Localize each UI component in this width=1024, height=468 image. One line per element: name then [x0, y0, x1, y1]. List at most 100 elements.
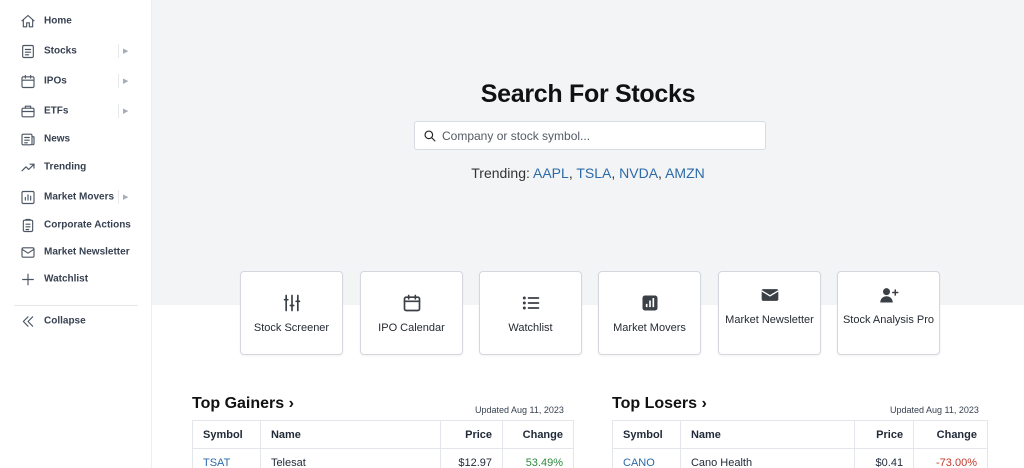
price-cell: $12.97 [440, 448, 504, 468]
top-gainers-table: Symbol Name Price Change TSAT Telesat $1… [192, 420, 574, 468]
tool-card-market-movers[interactable]: Market Movers [598, 271, 701, 355]
expand-caret-icon[interactable]: ▶ [123, 77, 128, 85]
sidebar-item-ipos[interactable]: IPOs ▶ [0, 67, 151, 95]
sidebar-item-market-newsletter[interactable]: Market Newsletter [0, 238, 151, 266]
search-box[interactable] [414, 121, 766, 150]
tool-card-stock-analysis-pro[interactable]: Stock Analysis Pro [837, 271, 940, 355]
tool-card-label: Stock Analysis Pro [842, 314, 935, 326]
divider [118, 190, 119, 204]
table-header-row: Symbol Name Price Change [612, 420, 988, 449]
sidebar-item-label: Market Movers [44, 191, 115, 203]
change-cell: 53.49% [502, 448, 574, 468]
trending-ticker-link[interactable]: TSLA [576, 165, 611, 181]
trending-icon [19, 159, 36, 176]
ticker-separator: , [568, 165, 573, 181]
top-gainers-title[interactable]: Top Gainers › [192, 395, 294, 413]
sidebar-item-label: Home [44, 15, 72, 27]
trending-ticker-link[interactable]: AMZN [665, 165, 705, 181]
trending-ticker-link[interactable]: NVDA [619, 165, 658, 181]
tool-card-label: IPO Calendar [378, 322, 445, 334]
expand-caret-icon[interactable]: ▶ [123, 193, 128, 201]
sidebar-item-label: ETFs [44, 105, 69, 117]
top-losers-title[interactable]: Top Losers › [612, 395, 707, 413]
bar-chart-icon [19, 189, 36, 206]
sidebar-item-watchlist[interactable]: Watchlist [0, 265, 151, 293]
symbol-cell: CANO [612, 448, 681, 468]
news-icon [19, 131, 36, 148]
price-cell: $0.41 [854, 448, 915, 468]
sidebar-item-corporate-actions[interactable]: Corporate Actions [0, 211, 151, 239]
sidebar-item-trending[interactable]: Trending [0, 153, 151, 181]
column-header-name[interactable]: Name [679, 420, 856, 449]
tool-card-watchlist[interactable]: Watchlist [479, 271, 582, 355]
tool-card-market-newsletter[interactable]: Market Newsletter [718, 271, 821, 355]
top-losers-updated: Updated Aug 11, 2023 [890, 405, 979, 415]
column-header-price[interactable]: Price [440, 420, 504, 449]
change-cell: -73.00% [913, 448, 988, 468]
sliders-icon [241, 293, 342, 313]
sidebar: Home Stocks ▶ IPOs ▶ ETFs ▶ News Trendin… [0, 0, 152, 468]
tool-card-label: Market Movers [613, 322, 686, 334]
sidebar-item-etfs[interactable]: ETFs ▶ [0, 97, 151, 125]
search-input[interactable] [442, 122, 760, 149]
divider [118, 104, 119, 118]
etf-icon [19, 103, 36, 120]
list-icon [480, 293, 581, 313]
page-title: Search For Stocks [480, 80, 696, 108]
calendar-icon [19, 73, 36, 90]
tool-card-stock-screener[interactable]: Stock Screener [240, 271, 343, 355]
clipboard-icon [19, 217, 36, 234]
table-header-row: Symbol Name Price Change [192, 420, 574, 449]
column-header-symbol[interactable]: Symbol [612, 420, 681, 449]
top-losers-table: Symbol Name Price Change CANO Cano Healt… [612, 420, 988, 468]
double-chevron-left-icon [19, 313, 36, 330]
home-icon [19, 13, 36, 30]
divider [118, 74, 119, 88]
expand-caret-icon[interactable]: ▶ [123, 107, 128, 115]
column-header-change[interactable]: Change [913, 420, 988, 449]
sidebar-item-label: Market Newsletter [44, 246, 130, 258]
column-header-change[interactable]: Change [502, 420, 574, 449]
sidebar-item-news[interactable]: News [0, 125, 151, 153]
envelope-icon [719, 285, 820, 305]
envelope-icon [19, 244, 36, 261]
calendar-icon [361, 293, 462, 313]
divider [118, 44, 119, 58]
trending-tickers: Trending: AAPL, TSLA, NVDA, AMZN [152, 165, 1024, 181]
name-cell: Cano Health [679, 448, 856, 468]
tool-card-label: Stock Screener [253, 322, 330, 334]
hero-search-section: Search For Stocks Trending: AAPL, TSLA, … [152, 0, 1024, 305]
tool-card-ipo-calendar[interactable]: IPO Calendar [360, 271, 463, 355]
bar-chart-icon [599, 293, 700, 313]
column-header-price[interactable]: Price [854, 420, 915, 449]
collapse-label: Collapse [44, 315, 86, 327]
symbol-link[interactable]: TSAT [203, 457, 230, 468]
trending-ticker-link[interactable]: AAPL [533, 165, 569, 181]
table-row: TSAT Telesat $12.97 53.49% [192, 448, 574, 468]
expand-caret-icon[interactable]: ▶ [123, 47, 128, 55]
stocks-icon [19, 43, 36, 60]
sidebar-item-label: Corporate Actions [44, 219, 131, 231]
symbol-cell: TSAT [192, 448, 261, 468]
sidebar-divider [14, 305, 138, 306]
user-plus-icon [838, 285, 939, 305]
table-row: CANO Cano Health $0.41 -73.00% [612, 448, 988, 468]
symbol-link[interactable]: CANO [623, 457, 655, 468]
sidebar-item-label: Watchlist [44, 273, 89, 285]
sidebar-collapse-button[interactable]: Collapse [0, 307, 151, 335]
sidebar-item-label: News [44, 133, 71, 145]
sidebar-item-stocks[interactable]: Stocks ▶ [0, 37, 151, 65]
ticker-separator: , [658, 165, 662, 181]
ticker-separator: , [611, 165, 616, 181]
sidebar-item-home[interactable]: Home [0, 7, 151, 35]
trending-label: Trending: [471, 165, 530, 181]
search-icon [423, 129, 437, 143]
column-header-symbol[interactable]: Symbol [192, 420, 261, 449]
column-header-name[interactable]: Name [259, 420, 442, 449]
top-gainers-updated: Updated Aug 11, 2023 [475, 405, 564, 415]
sidebar-item-market-movers[interactable]: Market Movers ▶ [0, 183, 151, 211]
sidebar-item-label: Trending [44, 161, 87, 173]
name-cell: Telesat [259, 448, 442, 468]
tool-card-label: Market Newsletter [725, 314, 814, 326]
tool-card-label: Watchlist [508, 322, 553, 334]
